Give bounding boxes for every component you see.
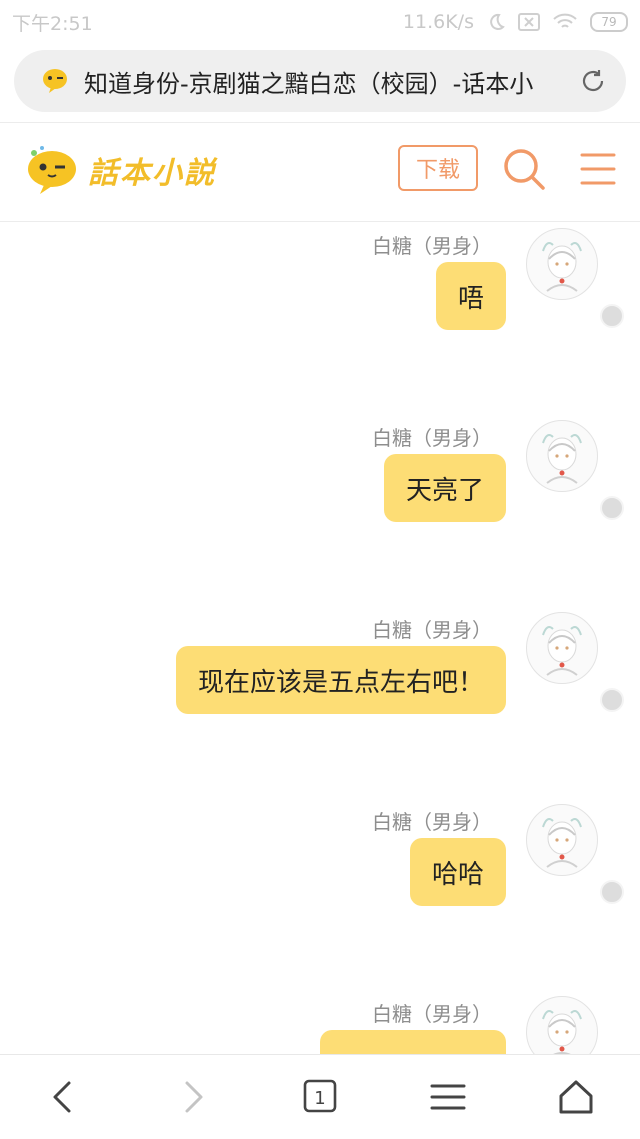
tab-count: 1 <box>314 1088 325 1109</box>
avatar[interactable] <box>526 804 598 876</box>
tabs-button[interactable]: 1 <box>288 1065 352 1129</box>
avatar-character-icon <box>542 242 582 292</box>
app-header: 話本小説 下载 <box>0 122 640 222</box>
avatar-character-icon <box>542 818 582 868</box>
refresh-icon[interactable] <box>578 66 608 96</box>
page-title: 知道身份-京剧猫之黯白恋（校园）-话本小 <box>84 69 534 98</box>
home-icon <box>559 1080 593 1114</box>
avatar[interactable] <box>526 612 598 684</box>
site-logo[interactable]: 話本小説 <box>22 143 216 197</box>
menu-icon <box>430 1084 466 1110</box>
site-favicon-icon <box>43 69 67 93</box>
back-button[interactable] <box>32 1065 96 1129</box>
message-bubble[interactable]: 哈哈 <box>409 838 506 906</box>
logo-text: 話本小説 <box>88 156 216 191</box>
battery-level: 79 <box>601 15 617 29</box>
message-bubble[interactable]: 天亮了 <box>383 454 506 522</box>
avatar-character-icon <box>542 626 582 676</box>
logo-mascot-icon <box>28 146 76 194</box>
moon-icon <box>490 13 505 30</box>
wifi-icon <box>553 13 577 28</box>
download-button[interactable]: 下载 <box>398 145 478 191</box>
tabs-icon: 1 <box>303 1079 337 1113</box>
bottom-nav: 1 <box>0 1054 640 1139</box>
status-dot <box>600 304 624 328</box>
status-bar: 下午2:51 11.6K/s 79 <box>0 0 640 44</box>
message-bubble[interactable]: 唔 <box>435 262 506 330</box>
home-button[interactable] <box>544 1065 608 1129</box>
chat-list: 白糖（男身） 唔 白糖（男身） 天亮了 白糖（男身） 现在应该是五点左右吧！ 白… <box>0 222 640 1054</box>
forward-icon <box>185 1081 203 1113</box>
network-speed: 11.6K/s <box>402 11 474 33</box>
forward-button[interactable] <box>160 1065 224 1129</box>
status-icons: 11.6K/s 79 <box>403 11 628 33</box>
chat-message: 白糖（男身） 现在应该是五点左右吧！ <box>0 606 640 726</box>
browser-toolbar: 知道身份-京剧猫之黯白恋（校园）-话本小 <box>0 44 640 122</box>
status-dot <box>600 496 624 520</box>
back-icon <box>53 1081 71 1113</box>
avatar[interactable] <box>526 996 598 1054</box>
search-icon[interactable] <box>500 145 548 193</box>
avatar-character-icon <box>542 434 582 484</box>
chat-message: 白糖（男身） 唔 <box>0 222 640 342</box>
chat-message: 白糖（男身） 哈哈 <box>0 798 640 918</box>
browser-menu-button[interactable] <box>416 1065 480 1129</box>
menu-icon[interactable] <box>576 145 620 193</box>
message-bubble[interactable]: … <box>320 1030 506 1054</box>
avatar-character-icon <box>542 1010 582 1054</box>
sender-name: 白糖（男身） <box>372 1002 492 1026</box>
sender-name: 白糖（男身） <box>372 426 492 450</box>
address-bar[interactable]: 知道身份-京剧猫之黯白恋（校园）-话本小 <box>14 50 626 112</box>
message-bubble[interactable]: 现在应该是五点左右吧！ <box>175 646 506 714</box>
status-dot <box>600 880 624 904</box>
avatar[interactable] <box>526 420 598 492</box>
chat-message: 白糖（男身） 天亮了 <box>0 414 640 534</box>
avatar[interactable] <box>526 228 598 300</box>
sim-card-icon <box>518 13 540 31</box>
sender-name: 白糖（男身） <box>372 618 492 642</box>
status-time: 下午2:51 <box>12 12 93 35</box>
chat-message: 白糖（男身） … <box>0 990 640 1054</box>
sender-name: 白糖（男身） <box>372 810 492 834</box>
sender-name: 白糖（男身） <box>372 234 492 258</box>
status-dot <box>600 688 624 712</box>
battery-icon: 79 <box>590 12 628 32</box>
